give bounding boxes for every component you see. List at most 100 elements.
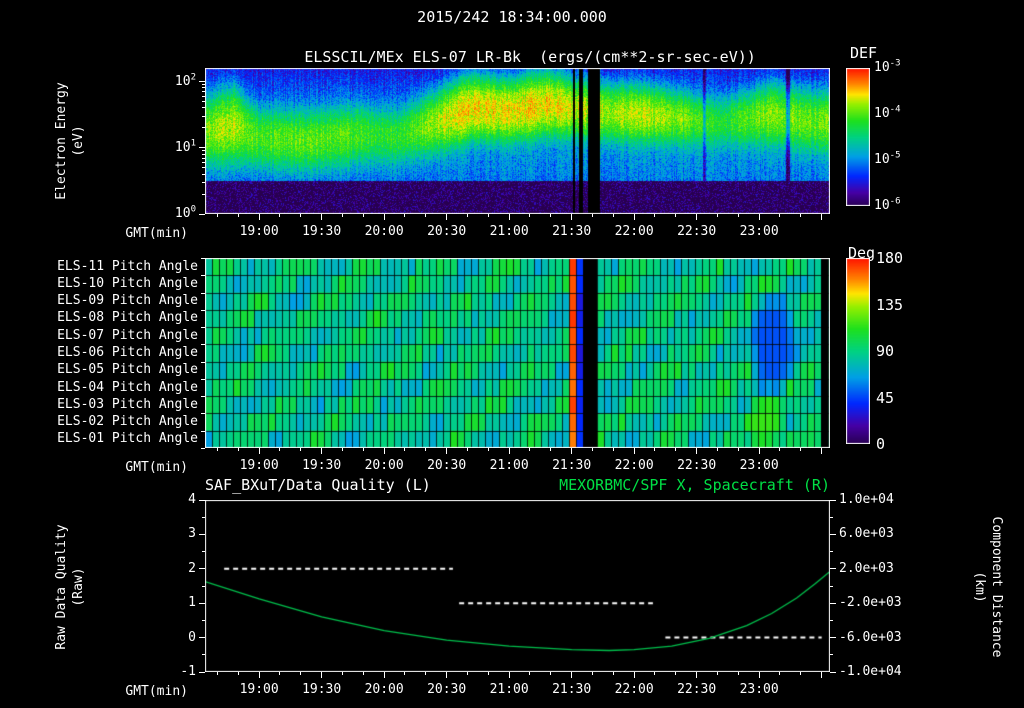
x-tick-minor (612, 448, 614, 451)
x-tick-minor (279, 448, 281, 451)
right-y-tick-label: 6.0e+03 (839, 526, 894, 542)
bottom-left-ylabel-line2: (Raw) (71, 567, 86, 607)
x-tick-major (758, 214, 760, 220)
right-y-tick-label: 1.0e+04 (839, 492, 894, 507)
x-tick-label: 20:00 (364, 682, 404, 697)
x-tick-minor (612, 672, 614, 675)
pitch-angle-canvas (205, 258, 830, 448)
pitch-row-tick (201, 274, 205, 276)
pitch-row-label: ELS-04 Pitch Angle (57, 379, 198, 395)
x-tick-label: 20:30 (427, 224, 467, 239)
x-tick-major (446, 214, 448, 220)
x-tick-major (821, 214, 823, 220)
x-tick-minor (425, 672, 427, 675)
x-tick-label: 20:30 (427, 682, 467, 697)
electron-spectrogram-canvas (205, 68, 830, 214)
y-tick-label: 101 (174, 138, 196, 155)
pitch-row-label: ELS-07 Pitch Angle (57, 327, 198, 343)
x-tick-major (821, 448, 823, 454)
left-y-tick-label: 3 (188, 526, 196, 542)
y-tick-minor (202, 157, 205, 159)
y-tick-minor (202, 87, 205, 89)
bottom-right-ylabel-line1: Component Distance (989, 516, 1004, 658)
plot-title-units: (ergs/(cm**2-sr-sec-eV)) (539, 48, 756, 66)
bottom-left-ylabel: Raw Data Quality (Raw) (53, 477, 87, 697)
right-y-tick (830, 637, 836, 639)
x-tick-major (696, 672, 698, 678)
right-y-tick-minor (830, 551, 833, 553)
x-tick-major (258, 214, 260, 220)
left-y-tick (199, 671, 205, 673)
x-tick-minor (425, 214, 427, 217)
y-tick-label: 100 (174, 204, 196, 221)
right-y-tick (830, 533, 836, 535)
pitch-row-label: ELS-01 Pitch Angle (57, 431, 198, 447)
x-tick-label: 23:00 (739, 224, 779, 239)
left-y-tick-label: 0 (188, 629, 196, 645)
right-y-tick-label: -2.0e+03 (839, 595, 902, 611)
right-y-tick-label: -6.0e+03 (839, 629, 902, 645)
x-tick-minor (654, 672, 656, 675)
pitch-row-tick (201, 378, 205, 380)
left-y-tick-label: -1 (180, 664, 196, 679)
left-y-tick-label: 1 (188, 595, 196, 611)
def-colorbar-tick-label: 10-6 (874, 196, 901, 213)
pitch-row-tick (201, 412, 205, 414)
x-tick-minor (612, 214, 614, 217)
right-y-tick-minor (830, 654, 833, 656)
x-tick-major (508, 214, 510, 220)
pitch-row-tick (201, 257, 205, 259)
x-tick-major (321, 672, 323, 678)
y-tick-minor (202, 173, 205, 175)
x-tick-minor (404, 672, 406, 675)
x-tick-major (758, 672, 760, 678)
x-tick-label: 21:30 (552, 224, 592, 239)
x-tick-minor (216, 214, 218, 217)
x-tick-minor (466, 672, 468, 675)
x-tick-minor (591, 214, 593, 217)
y-tick-minor (202, 100, 205, 102)
def-colorbar-tick-label: 10-4 (874, 104, 901, 121)
y-tick-minor (202, 115, 205, 117)
plot-timestamp: 2015/242 18:34:00.000 (417, 8, 607, 26)
y-tick-major (199, 213, 205, 215)
x-tick-major (321, 214, 323, 220)
x-tick-major (696, 214, 698, 220)
right-y-tick-minor (830, 619, 833, 621)
x-tick-minor (300, 672, 302, 675)
x-tick-minor (591, 448, 593, 451)
deg-colorbar-tick-label: 45 (876, 388, 895, 407)
y-tick-minor (202, 150, 205, 152)
y-tick-major (199, 81, 205, 83)
def-colorbar (846, 68, 870, 206)
x-tick-major (383, 214, 385, 220)
x-tick-label: 22:00 (614, 458, 654, 473)
x-tick-minor (800, 448, 802, 451)
x-tick-minor (654, 214, 656, 217)
x-tick-major (821, 672, 823, 678)
x-tick-minor (487, 448, 489, 451)
x-tick-minor (237, 214, 239, 217)
x-tick-minor (800, 214, 802, 217)
y-tick-minor (202, 84, 205, 86)
left-y-tick (199, 637, 205, 639)
quality-distance-canvas (205, 500, 830, 672)
y-tick-major (199, 147, 205, 149)
x-tick-minor (341, 214, 343, 217)
x-tick-major (633, 214, 635, 220)
x-tick-minor (675, 672, 677, 675)
left-y-tick-minor (202, 551, 205, 553)
bottom-right-ylabel-line2: (km) (972, 571, 987, 603)
deg-colorbar-tick-label: 0 (876, 435, 886, 453)
pitch-row-tick (201, 326, 205, 328)
pitch-row-tick (201, 447, 205, 449)
y-tick-minor (202, 91, 205, 93)
left-y-tick-minor (202, 619, 205, 621)
y-tick-minor (202, 161, 205, 163)
spectrogram-ylabel-line1: Electron Energy (54, 82, 69, 200)
y-tick-minor (202, 153, 205, 155)
x-tick-minor (591, 672, 593, 675)
x-tick-major (446, 672, 448, 678)
x-tick-label: 19:00 (239, 682, 279, 697)
x-tick-minor (779, 214, 781, 217)
